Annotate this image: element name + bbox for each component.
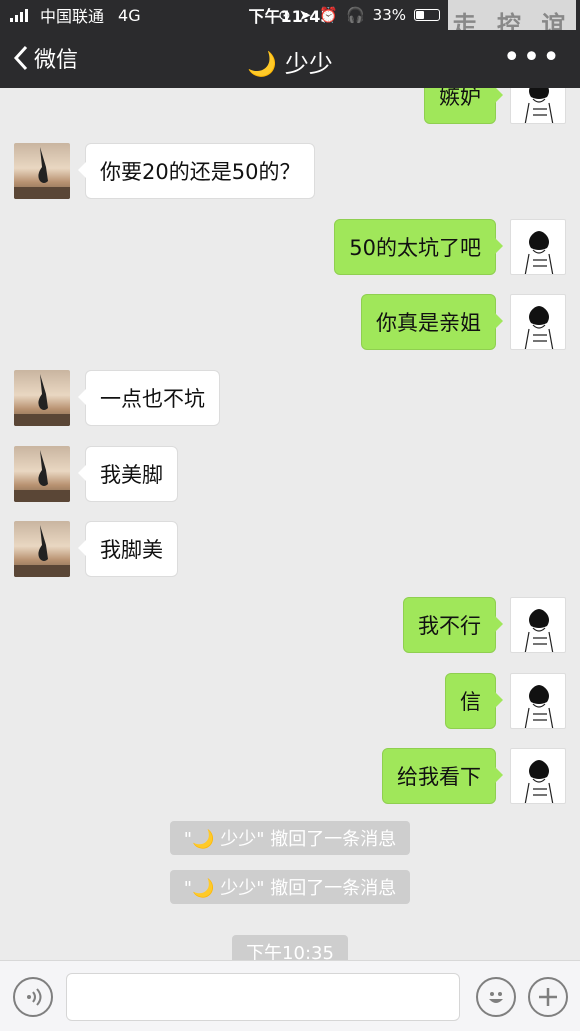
location-icon: ➤ — [298, 6, 312, 24]
message-row: 你要20的还是50的？ — [0, 143, 580, 201]
silhouette-icon — [14, 525, 70, 577]
message-bubble[interactable]: 嫉妒 — [424, 88, 503, 124]
recall-notice-text: "🌙 少少" 撤回了一条消息 — [169, 870, 411, 904]
nav-bar: 微信 🌙 少少 ••• — [0, 30, 580, 88]
avatar-sketch-icon — [524, 609, 554, 652]
more-functions-button[interactable] — [528, 977, 568, 1017]
contact-avatar[interactable] — [14, 446, 70, 502]
my-avatar[interactable] — [510, 748, 566, 804]
message-row: 50的太坑了吧 — [0, 219, 580, 277]
status-left: 中国联通 4G — [10, 3, 141, 27]
message-row: 我不行 — [0, 597, 580, 655]
avatar-sketch-icon — [524, 685, 554, 728]
message-bubble[interactable]: 50的太坑了吧 — [334, 219, 503, 275]
my-avatar[interactable] — [510, 219, 566, 275]
my-avatar[interactable] — [510, 673, 566, 729]
battery-icon — [414, 9, 440, 21]
timestamp: 下午10:35 — [0, 935, 580, 960]
silhouette-icon — [14, 147, 70, 199]
message-bubble[interactable]: 给我看下 — [382, 748, 503, 804]
chat-area[interactable]: 嫉妒 你要20的还是50的？ 50的太坑了吧 你真是亲姐 一点也不坑 我美脚 我… — [0, 88, 580, 960]
message-bubble[interactable]: 你真是亲姐 — [361, 294, 503, 350]
message-bubble[interactable]: 我脚美 — [78, 521, 178, 577]
avatar-sketch-icon — [524, 88, 554, 123]
message-bubble[interactable]: 一点也不坑 — [78, 370, 220, 426]
my-avatar[interactable] — [510, 88, 566, 124]
avatar-sketch-icon — [524, 306, 554, 349]
orientation-lock-icon: ⊙ — [278, 6, 291, 24]
message-bubble[interactable]: 你要20的还是50的？ — [77, 143, 316, 199]
chat-title: 🌙 少少 — [247, 50, 333, 78]
silhouette-icon — [14, 450, 70, 502]
message-row: 你真是亲姐 — [0, 294, 580, 352]
contact-avatar[interactable] — [14, 370, 70, 426]
message-row: 我脚美 — [0, 521, 580, 579]
voice-button[interactable] — [13, 977, 53, 1017]
my-avatar[interactable] — [510, 294, 566, 350]
smiley-icon — [489, 992, 503, 1003]
signal-icon — [10, 8, 28, 22]
status-bar: 中国联通 4G 下午11:43 ⊙ ➤ ⏰ 🎧 33% 走 控 谊 — [0, 0, 580, 44]
carrier-label: 中国联通 — [40, 7, 105, 26]
message-row: 一点也不坑 — [0, 370, 580, 428]
recall-notice: "🌙 少少" 撤回了一条消息 — [0, 870, 580, 904]
plus-icon — [539, 988, 557, 1006]
headphones-icon: 🎧 — [345, 6, 365, 24]
message-bubble[interactable]: 我不行 — [403, 597, 503, 653]
more-button[interactable]: ••• — [503, 40, 562, 75]
network-label: 4G — [118, 5, 141, 25]
input-bar — [0, 960, 580, 1031]
message-bubble[interactable]: 我美脚 — [78, 446, 178, 502]
message-row: 我美脚 — [0, 446, 580, 504]
message-row: 信 — [0, 673, 580, 731]
contact-avatar[interactable] — [14, 143, 70, 199]
voice-icon — [27, 988, 42, 1006]
timestamp-text: 下午10:35 — [232, 935, 348, 960]
recall-notice: "🌙 少少" 撤回了一条消息 — [0, 821, 580, 855]
message-row: 嫉妒 — [0, 88, 580, 126]
avatar-sketch-icon — [524, 760, 554, 803]
message-row: 给我看下 — [0, 748, 580, 806]
avatar-sketch-icon — [524, 231, 554, 274]
recall-notice-text: "🌙 少少" 撤回了一条消息 — [169, 821, 411, 855]
silhouette-icon — [14, 374, 70, 426]
message-bubble[interactable]: 信 — [445, 673, 503, 729]
alarm-icon: ⏰ — [319, 6, 338, 24]
contact-avatar[interactable] — [14, 521, 70, 577]
message-input[interactable] — [66, 973, 460, 1021]
battery-percent: 33% — [372, 6, 406, 24]
status-right: ⊙ ➤ ⏰ 🎧 33% — [278, 6, 440, 24]
my-avatar[interactable] — [510, 597, 566, 653]
emoji-button[interactable] — [476, 977, 516, 1017]
